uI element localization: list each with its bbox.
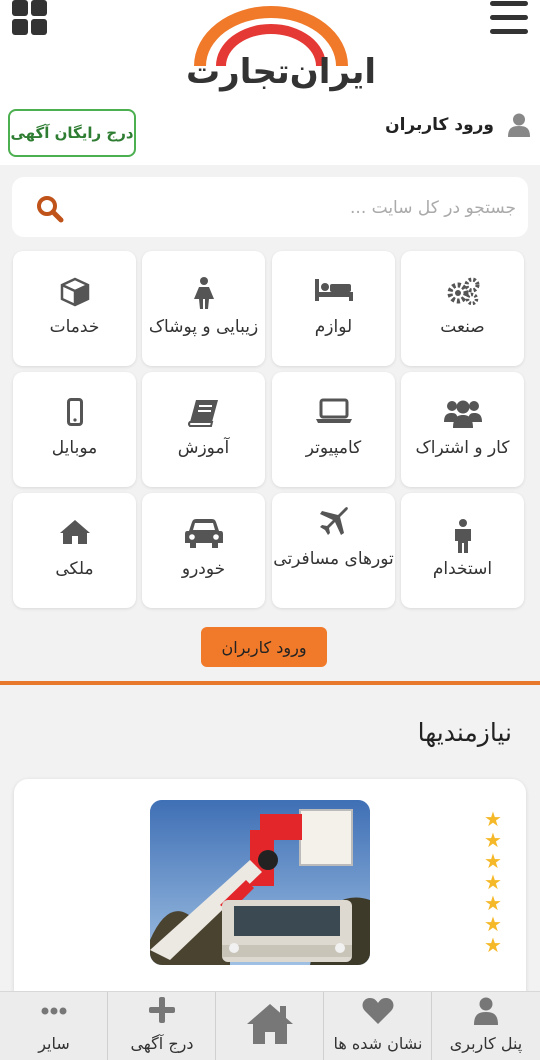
nav-label: نشان شده ها xyxy=(333,1034,423,1053)
nav-label: سایر xyxy=(38,1034,70,1053)
category-label: لوازم xyxy=(314,317,353,337)
star-icon: ★ xyxy=(484,828,502,852)
category-label: کار و اشتراک xyxy=(415,438,510,458)
plus-icon xyxy=(148,997,175,1023)
header-login-label: ورود کاربران xyxy=(385,115,494,135)
header-login-link[interactable]: ورود کاربران xyxy=(380,108,530,142)
nav-home[interactable] xyxy=(216,992,324,1060)
category-appliances[interactable]: لوازم xyxy=(272,251,395,366)
heart-icon xyxy=(362,998,393,1024)
woman-icon xyxy=(193,277,214,309)
book-icon xyxy=(187,400,218,427)
category-vehicles[interactable]: خودرو xyxy=(142,493,265,608)
site-logo[interactable]: ایران‌تجارت xyxy=(186,4,377,100)
nav-user-panel[interactable]: پنل کاربری xyxy=(432,992,540,1060)
laptop-icon xyxy=(315,398,352,423)
star-icon: ★ xyxy=(484,870,502,894)
nav-post-ad[interactable]: درج آگهی xyxy=(108,992,216,1060)
search-input[interactable] xyxy=(94,187,518,229)
listing-card[interactable]: ★ ★ ★ ★ ★ ★ ★ xyxy=(14,779,526,1009)
category-employment[interactable]: استخدام xyxy=(401,493,524,608)
star-icon: ★ xyxy=(484,912,502,936)
category-label: ملکی xyxy=(55,559,94,579)
category-label: خدمات xyxy=(49,317,100,337)
person-icon xyxy=(454,519,471,553)
listing-image[interactable] xyxy=(150,800,370,965)
nav-label: پنل کاربری xyxy=(449,1034,523,1053)
users-icon xyxy=(443,400,482,428)
star-icon: ★ xyxy=(484,891,502,915)
category-real-estate[interactable]: ملکی xyxy=(13,493,136,608)
category-label: زیبایی و پوشاک xyxy=(148,317,259,337)
category-label: استخدام xyxy=(432,559,493,579)
section-title: نیازمندیها xyxy=(417,718,512,747)
login-button[interactable]: ورود کاربران xyxy=(201,627,327,667)
logo-text: ایران‌تجارت xyxy=(186,52,377,92)
user-icon xyxy=(474,997,498,1025)
free-ad-button[interactable]: درج رایگان آگهی xyxy=(8,109,136,157)
home-icon xyxy=(59,520,90,544)
section-divider xyxy=(0,681,540,685)
search-bar xyxy=(12,177,528,237)
star-icon: ★ xyxy=(484,849,502,873)
star-icon: ★ xyxy=(484,933,502,957)
car-icon xyxy=(184,519,223,548)
category-label: موبایل xyxy=(51,438,98,458)
ellipsis-icon xyxy=(41,1007,66,1015)
category-business-partnership[interactable]: کار و اشتراک xyxy=(401,372,524,487)
category-computer[interactable]: کامپیوتر xyxy=(272,372,395,487)
mobile-icon xyxy=(66,398,83,426)
nav-bookmarks[interactable]: نشان شده ها xyxy=(324,992,432,1060)
nav-label: درج آگهی xyxy=(130,1034,194,1053)
bed-icon xyxy=(314,279,353,301)
home-icon xyxy=(246,1004,293,1044)
category-label: صنعت xyxy=(440,317,485,337)
category-education[interactable]: آموزش xyxy=(142,372,265,487)
crane-truck-image xyxy=(150,800,370,965)
user-icon xyxy=(508,113,530,137)
rating-stars: ★ ★ ★ ★ ★ ★ ★ xyxy=(484,809,506,956)
category-mobile[interactable]: موبایل xyxy=(13,372,136,487)
search-icon[interactable] xyxy=(36,195,64,223)
star-icon: ★ xyxy=(484,807,502,831)
apps-grid-icon[interactable] xyxy=(12,0,50,38)
plane-icon xyxy=(319,507,348,535)
category-services[interactable]: خدمات xyxy=(13,251,136,366)
category-industry[interactable]: صنعت xyxy=(401,251,524,366)
cube-icon xyxy=(60,277,89,307)
category-travel-tours[interactable]: تورهای مسافرتی xyxy=(272,493,395,608)
gears-icon xyxy=(447,277,479,305)
category-label: آموزش xyxy=(177,438,230,458)
hamburger-menu-icon[interactable] xyxy=(490,0,530,38)
category-label: تورهای مسافرتی xyxy=(273,549,394,569)
bottom-navigation: سایر درج آگهی نشان شده ها پنل کاربری xyxy=(0,991,540,1060)
category-beauty-clothing[interactable]: زیبایی و پوشاک xyxy=(142,251,265,366)
category-label: کامپیوتر xyxy=(305,438,362,458)
nav-more[interactable]: سایر xyxy=(0,992,108,1060)
category-label: خودرو xyxy=(181,559,226,579)
